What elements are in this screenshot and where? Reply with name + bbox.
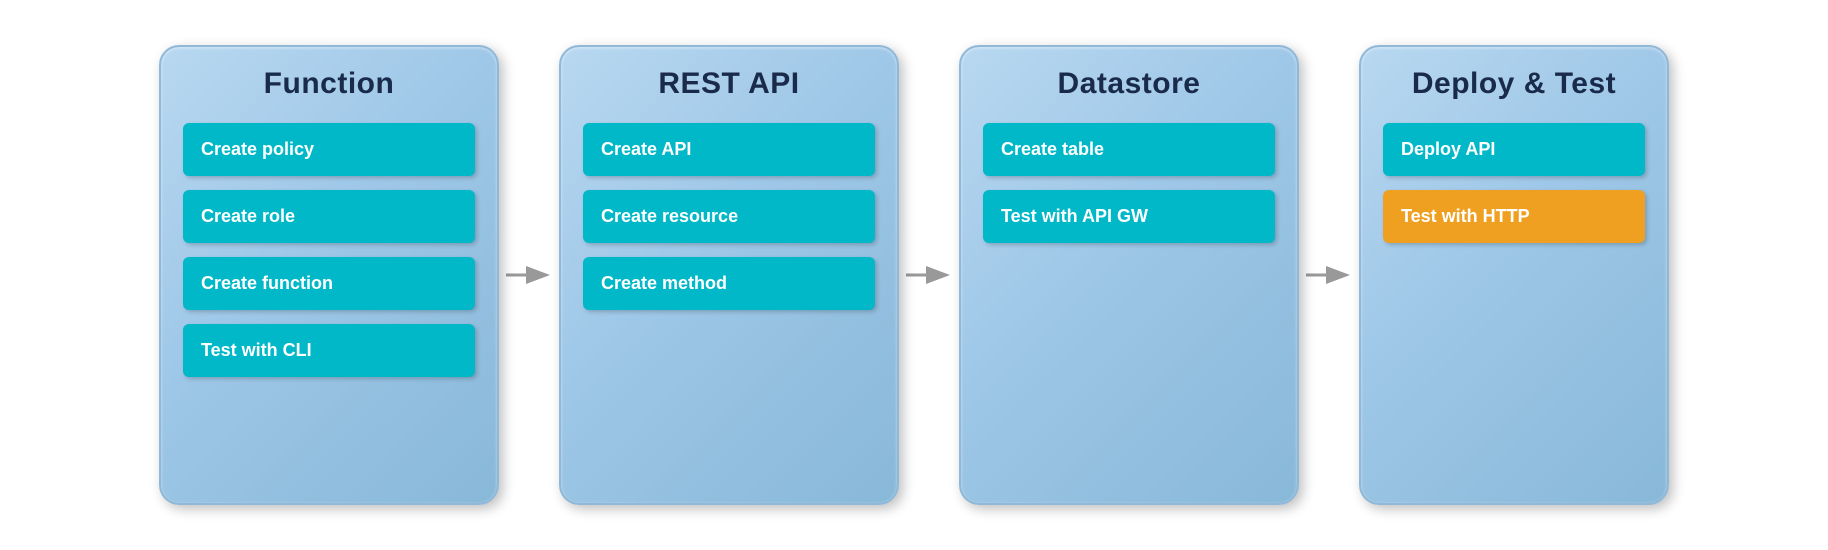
test-with-api-gw-button[interactable]: Test with API GW	[983, 190, 1275, 243]
panel-datastore-items: Create table Test with API GW	[983, 123, 1275, 481]
panel-datastore-title: Datastore	[983, 67, 1275, 101]
create-resource-button[interactable]: Create resource	[583, 190, 875, 243]
deploy-api-button[interactable]: Deploy API	[1383, 123, 1645, 176]
panel-deploy-test-title: Deploy & Test	[1383, 67, 1645, 101]
panel-function: Function Create policy Create role Creat…	[159, 45, 499, 505]
panel-function-items: Create policy Create role Create functio…	[183, 123, 475, 481]
panel-deploy-test: Deploy & Test Deploy API Test with HTTP	[1359, 45, 1669, 505]
panel-deploy-test-items: Deploy API Test with HTTP	[1383, 123, 1645, 481]
arrow-2-icon	[904, 255, 954, 295]
arrow-3	[1299, 255, 1359, 295]
panel-rest-api-items: Create API Create resource Create method	[583, 123, 875, 481]
create-table-button[interactable]: Create table	[983, 123, 1275, 176]
diagram-container: Function Create policy Create role Creat…	[119, 25, 1709, 525]
create-method-button[interactable]: Create method	[583, 257, 875, 310]
create-policy-button[interactable]: Create policy	[183, 123, 475, 176]
test-with-cli-button[interactable]: Test with CLI	[183, 324, 475, 377]
panel-rest-api-title: REST API	[583, 67, 875, 101]
arrow-1-icon	[504, 255, 554, 295]
arrow-1	[499, 255, 559, 295]
create-function-button[interactable]: Create function	[183, 257, 475, 310]
create-role-button[interactable]: Create role	[183, 190, 475, 243]
panel-function-title: Function	[183, 67, 475, 101]
panel-rest-api: REST API Create API Create resource Crea…	[559, 45, 899, 505]
arrow-3-icon	[1304, 255, 1354, 295]
arrow-2	[899, 255, 959, 295]
panel-datastore: Datastore Create table Test with API GW	[959, 45, 1299, 505]
create-api-button[interactable]: Create API	[583, 123, 875, 176]
test-with-http-button[interactable]: Test with HTTP	[1383, 190, 1645, 243]
